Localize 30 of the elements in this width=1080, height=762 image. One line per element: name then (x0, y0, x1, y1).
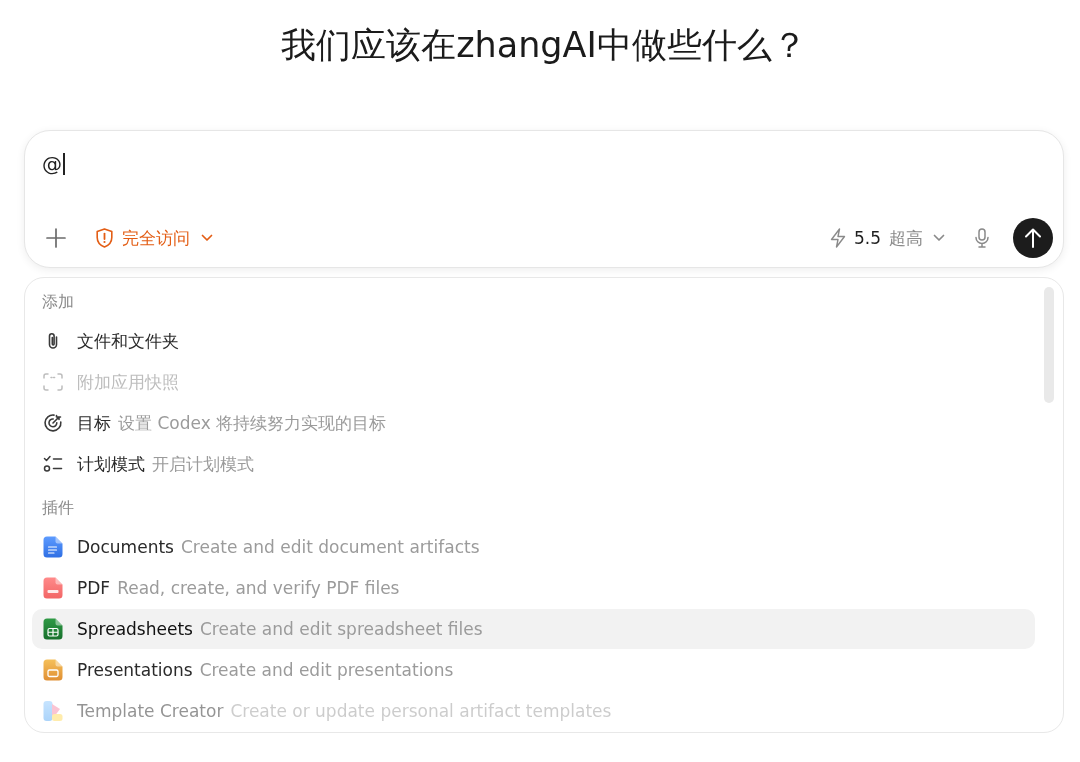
section-heading: 插件 (41, 497, 75, 519)
menu-item[interactable]: Documents Create and edit document artifacts (32, 527, 1035, 567)
plus-icon (46, 228, 66, 248)
chevron-down-icon (201, 234, 213, 242)
target-icon (43, 413, 63, 433)
chevron-down-icon (933, 234, 945, 242)
presentation-icon (43, 659, 63, 681)
send-button[interactable] (1013, 218, 1053, 258)
file-icon (43, 577, 63, 599)
text-cursor-icon (63, 153, 65, 175)
spreadsheet-icon (43, 618, 63, 640)
arrow-up-icon (1024, 228, 1042, 248)
menu-item[interactable]: Spreadsheets Create and edit spreadsheet files (32, 609, 1035, 649)
section-heading: 添加 (41, 291, 75, 313)
shapes-icon (43, 700, 63, 722)
input-field[interactable]: @ (42, 151, 65, 177)
access-dropdown[interactable]: 完全访问 (96, 223, 213, 253)
menu-item[interactable]: PDF Read, create, and verify PDF files (32, 568, 1035, 608)
menu-item[interactable]: 计划模式 开启计划模式 (32, 444, 1035, 484)
shield-warning-icon (96, 228, 113, 248)
menu-item[interactable]: 目标 设置 Codex 将持续努力实现的目标 (32, 403, 1035, 443)
model-selector[interactable]: 5.5 超高 (829, 223, 945, 253)
menu-item[interactable]: Presentations Create and edit presentations (32, 650, 1035, 690)
document-icon (43, 536, 63, 558)
checklist-icon (43, 455, 63, 473)
lightning-icon (829, 228, 846, 248)
menu-item[interactable]: 文件和文件夹 (32, 321, 1035, 361)
page-heading: 我们应该在zhangAI中做些什么？ (280, 24, 808, 67)
dashed-frame-icon (43, 373, 63, 391)
microphone-icon (975, 228, 989, 248)
